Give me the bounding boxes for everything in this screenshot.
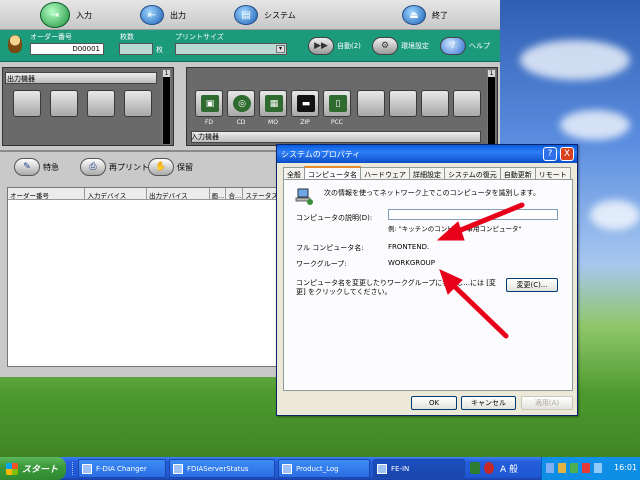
annotation-arrow — [453, 202, 525, 235]
start-label: スタート — [22, 465, 59, 475]
taskbar-item[interactable]: F-DIA Changer — [78, 459, 166, 478]
start-button[interactable]: スタート — [0, 457, 66, 480]
annotation-arrows — [436, 202, 525, 339]
folder-icon — [282, 463, 292, 474]
taskbar-item-label: F-DIA Changer — [96, 464, 147, 473]
app-icon — [82, 463, 92, 474]
taskbar-item[interactable]: Product_Log — [278, 459, 370, 478]
tray-icon[interactable] — [558, 463, 566, 473]
taskbar-item[interactable]: FDIAServerStatus — [169, 459, 275, 478]
taskbar-item-label: FDIAServerStatus — [187, 464, 249, 473]
quicklaunch-grip[interactable] — [72, 462, 74, 475]
ime-mode-indicator[interactable]: A 般 — [500, 462, 518, 475]
tray-icon[interactable] — [546, 463, 554, 473]
taskbar-item-label: Product_Log — [296, 464, 339, 473]
taskbar-item-active[interactable]: FE-IN — [373, 459, 465, 478]
clock[interactable]: 16:01 — [614, 463, 637, 472]
app-icon — [377, 463, 387, 474]
annotation-arrow — [449, 281, 509, 339]
tray-icon[interactable] — [582, 463, 590, 473]
ime-icon[interactable] — [484, 462, 494, 474]
taskbar-item-label: FE-IN — [391, 464, 410, 473]
app-icon — [173, 463, 183, 474]
language-bar-icon[interactable] — [470, 462, 480, 474]
system-tray: 16:01 — [541, 457, 640, 480]
annotation-arrowhead — [436, 221, 465, 241]
taskbar: スタート F-DIA Changer FDIAServerStatus Prod… — [0, 457, 640, 480]
volume-icon[interactable] — [594, 463, 602, 473]
tray-icon[interactable] — [570, 463, 578, 473]
windows-logo-icon — [6, 462, 18, 475]
